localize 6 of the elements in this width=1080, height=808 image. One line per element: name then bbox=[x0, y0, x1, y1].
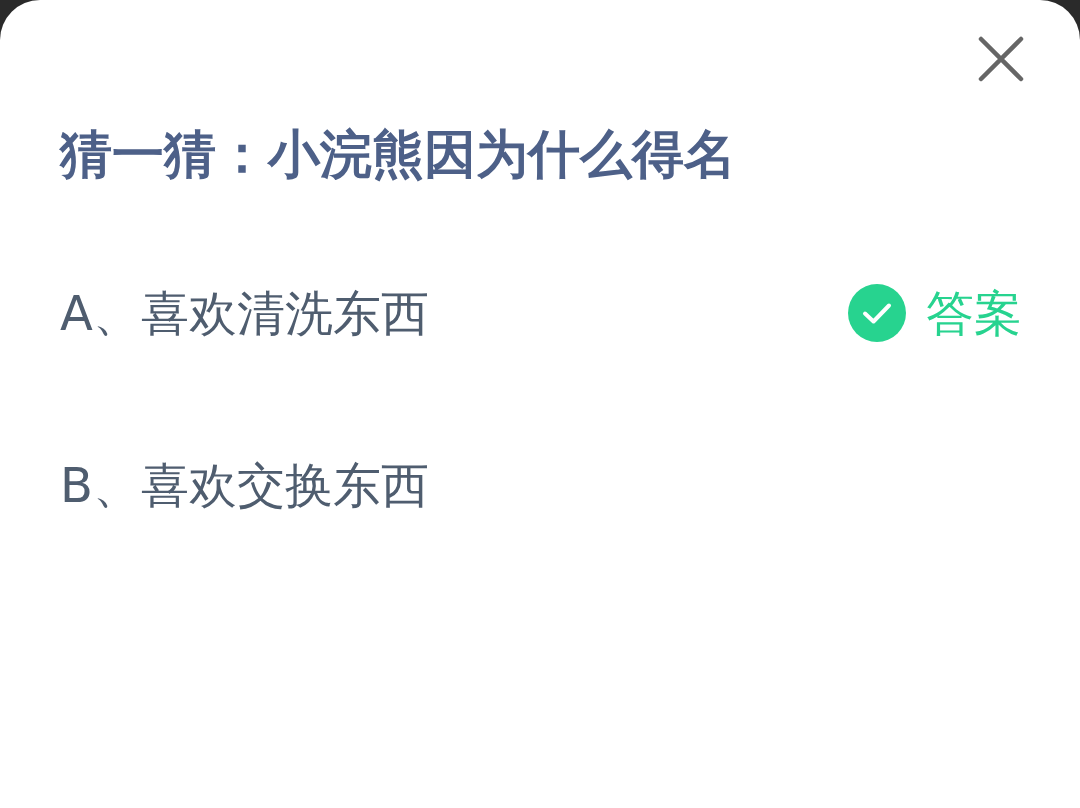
close-button[interactable] bbox=[976, 34, 1026, 84]
close-icon bbox=[978, 36, 1024, 82]
option-text: B、喜欢交换东西 bbox=[60, 456, 429, 515]
question-title: 猜一猜：小浣熊因为什么得名 bbox=[60, 124, 736, 184]
answer-label: 答案 bbox=[926, 284, 1022, 343]
option-text: A、喜欢清洗东西 bbox=[60, 284, 429, 343]
